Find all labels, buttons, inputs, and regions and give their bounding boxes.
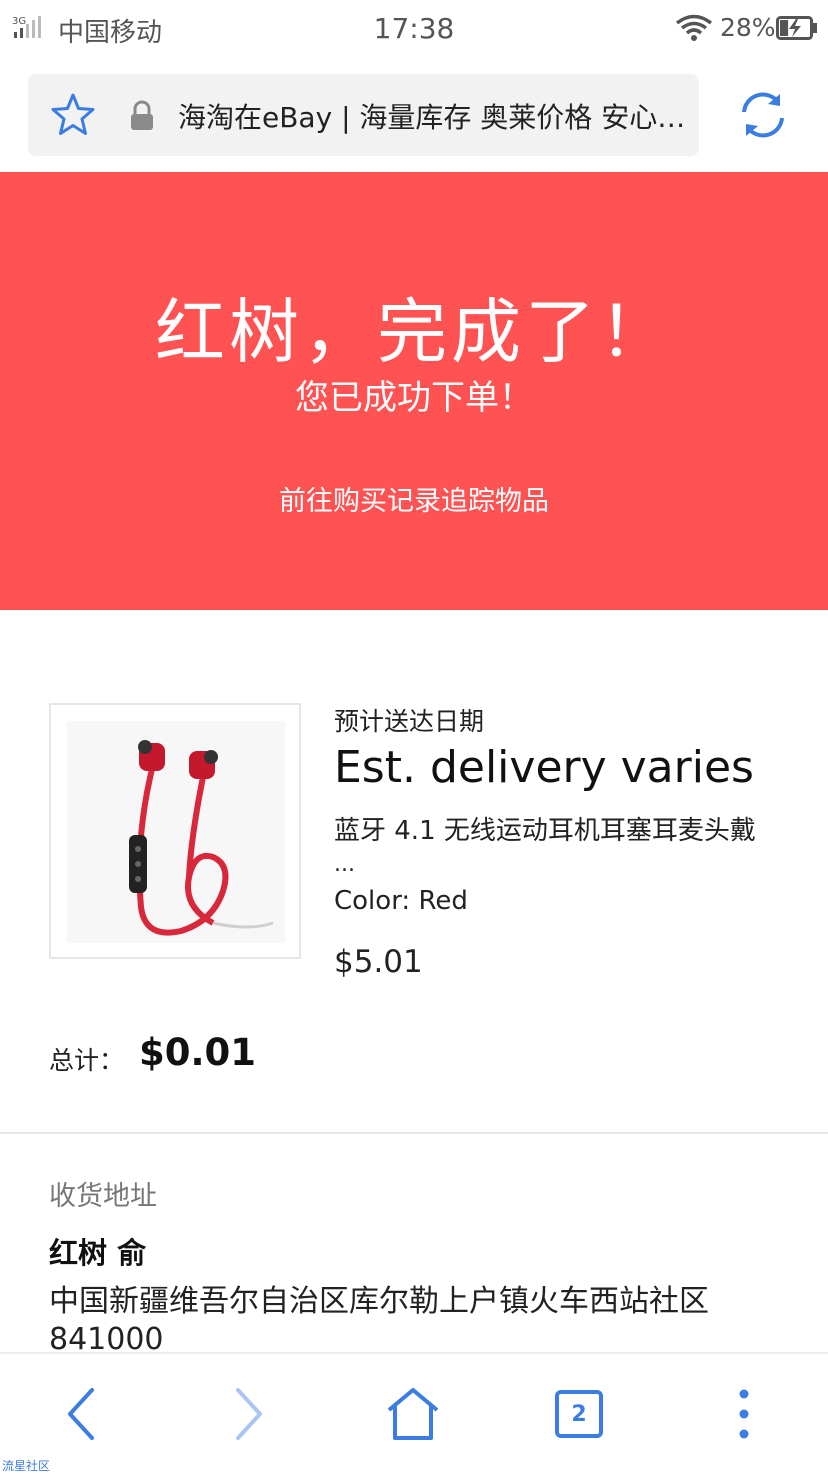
forward-button[interactable] [218,1384,278,1444]
address-line: 中国新疆维吾尔自治区库尔勒上户镇火车西站社区 [49,1284,709,1319]
chevron-right-icon [236,1388,262,1440]
watermark: 流星社区 [2,1459,51,1473]
bookmark-star-icon[interactable] [50,92,96,138]
menu-button[interactable] [714,1384,774,1444]
product-title[interactable]: 蓝牙 4.1 无线运动耳机耳塞耳麦头戴 [334,814,794,848]
earphones-icon [67,721,285,943]
browser-bottom-nav: 2 [0,1352,828,1472]
product-price: $5.01 [334,944,423,980]
battery-percent: 28% [720,13,776,42]
battery-charging-icon [776,16,817,40]
page-title[interactable]: 海淘在eBay | 海量库存 奥莱价格 安心… [178,96,693,136]
tab-count: 2 [571,1401,587,1427]
status-bar: 3G 中国移动 17:38 28% [0,0,828,60]
wifi-icon [675,14,713,41]
lock-icon [131,100,153,130]
total-value: $0.01 [139,1031,257,1074]
delivery-date-label: 预计送达日期 [334,707,485,736]
track-purchases-link[interactable]: 前往购买记录追踪物品 [0,479,828,518]
address-bar[interactable]: 海淘在eBay | 海量库存 奥莱价格 安心… [28,74,699,156]
delivery-date-value: Est. delivery varies [334,742,754,793]
recipient-name: 红树 俞 [49,1236,147,1270]
total-label: 总计： [49,1046,125,1075]
refresh-icon[interactable] [736,90,790,140]
shipping-address-heading: 收货地址 [49,1181,157,1212]
more-vertical-icon [739,1389,749,1439]
product-color: Color: Red [334,886,468,916]
confirmation-title: 红树，完成了！ [155,291,673,373]
confirmation-subtitle: 您已成功下单！ [295,378,533,418]
home-icon [387,1388,439,1440]
tabs-button[interactable]: 2 [549,1384,609,1444]
back-button[interactable] [52,1384,112,1444]
chevron-left-icon [68,1388,94,1440]
product-image[interactable] [49,703,301,959]
order-confirmation-banner: 红树，完成了！ 您已成功下单！ 前往购买记录追踪物品 [0,172,828,610]
section-divider [0,1132,828,1134]
product-title-ellipsis: ... [334,852,355,877]
home-button[interactable] [383,1384,443,1444]
